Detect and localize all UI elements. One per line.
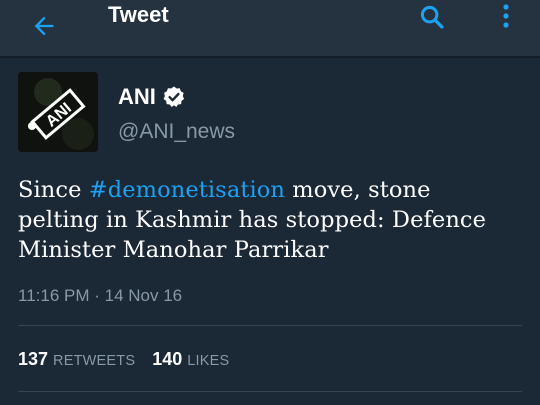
back-button[interactable] (24, 6, 64, 46)
ani-logo: ANI (18, 72, 98, 152)
avatar[interactable]: ANI (18, 72, 98, 152)
hashtag-link[interactable]: #demonetisation (89, 177, 285, 203)
likes-stat[interactable]: 140 LIKES (152, 347, 229, 373)
tweet-stats: 137 RETWEETS 140 LIKES (18, 347, 229, 371)
likes-label: LIKES (187, 353, 230, 369)
verified-badge-icon (163, 86, 185, 107)
retweets-label: RETWEETS (53, 353, 136, 369)
app-bar-divider (0, 56, 540, 58)
retweets-stat[interactable]: 137 RETWEETS (18, 347, 135, 373)
divider (18, 391, 522, 392)
arrow-left-icon (34, 16, 54, 36)
more-options-button[interactable] (494, 0, 518, 34)
likes-count: 140 (152, 349, 183, 369)
author-display-name[interactable]: ANI (118, 84, 156, 110)
page-title: Tweet (108, 2, 169, 27)
app-bar: Tweet (0, 0, 540, 56)
author-handle[interactable]: @ANI_news (118, 119, 235, 145)
tweet-text-segment: Since (18, 177, 89, 203)
search-button[interactable] (412, 0, 452, 34)
search-icon (420, 5, 444, 29)
more-vertical-icon (503, 4, 509, 28)
tweet-timestamp: 11:16 PM · 14 Nov 16 (18, 286, 183, 305)
tweet-text: Since #demonetisation move, stone peltin… (18, 175, 518, 265)
divider (18, 325, 522, 326)
retweets-count: 137 (18, 349, 49, 369)
